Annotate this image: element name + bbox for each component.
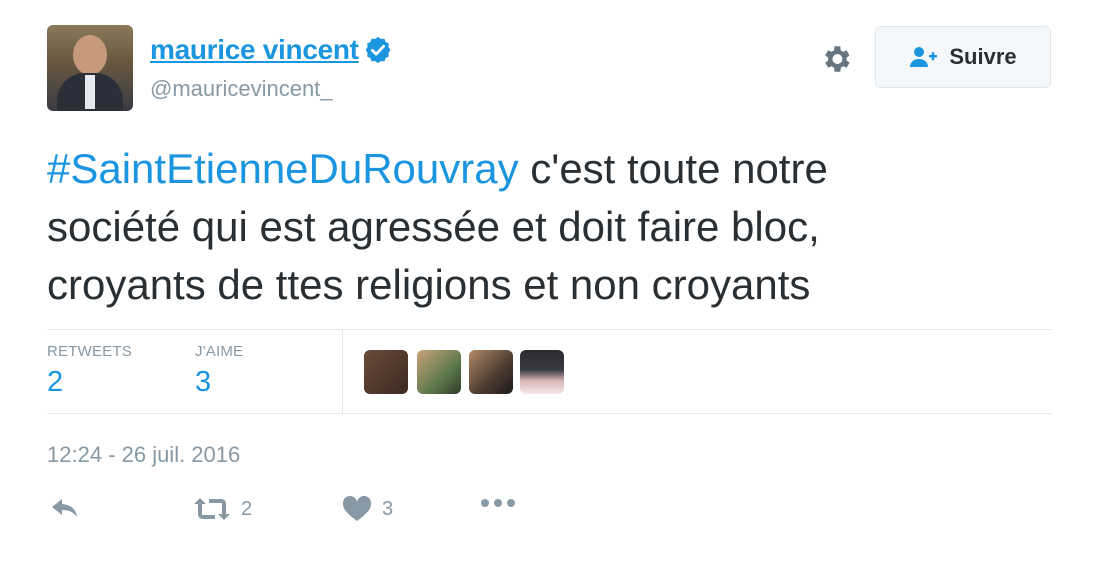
follow-button-label: Suivre: [949, 44, 1017, 69]
likes-label: J'AIME: [195, 343, 244, 360]
avatar[interactable]: [47, 25, 133, 111]
follow-button[interactable]: Suivre: [875, 26, 1051, 88]
heart-icon: [342, 496, 372, 521]
verified-badge-icon: [365, 36, 391, 64]
author-name[interactable]: maurice vincent: [150, 34, 359, 66]
reply-icon: [52, 499, 77, 517]
tweet-text: #SaintEtienneDuRouvray c'est toute notre…: [47, 140, 1047, 314]
more-button[interactable]: [480, 496, 516, 510]
retweets-count: 2: [47, 366, 64, 398]
author-handle[interactable]: @mauricevincent_: [150, 76, 333, 102]
divider-top: [47, 329, 1052, 330]
retweets-stat[interactable]: RETWEETS 2: [47, 343, 132, 399]
divider-bottom: [47, 413, 1052, 414]
liker-avatar[interactable]: [364, 350, 408, 394]
liker-avatar[interactable]: [469, 350, 513, 394]
liker-avatar[interactable]: [417, 350, 461, 394]
tweet-line-1: #SaintEtienneDuRouvray c'est toute notre: [47, 140, 1047, 198]
likes-stat[interactable]: J'AIME 3: [195, 343, 243, 399]
tweet-text-line-3: croyants de ttes religions et non croyan…: [47, 261, 811, 308]
reply-button[interactable]: [50, 496, 80, 520]
gear-icon[interactable]: [819, 42, 853, 76]
tweet-timestamp[interactable]: 12:24 - 26 juil. 2016: [47, 442, 240, 468]
tweet-text-line-2: société qui est agressée et doit faire b…: [47, 203, 820, 250]
stats-vertical-divider: [342, 330, 343, 414]
likes-count: 3: [195, 366, 212, 398]
liker-avatar[interactable]: [520, 350, 564, 394]
like-button[interactable]: 3: [342, 496, 393, 522]
retweets-label: RETWEETS: [47, 343, 132, 360]
add-user-icon: [910, 47, 938, 67]
retweet-count: 2: [241, 497, 253, 520]
author-name-row: maurice vincent: [150, 34, 393, 66]
hashtag-link[interactable]: #SaintEtienneDuRouvray: [47, 145, 519, 192]
more-icon: [481, 499, 515, 507]
retweet-icon: [194, 498, 230, 520]
retweet-button[interactable]: 2: [193, 496, 252, 522]
like-count: 3: [382, 497, 394, 520]
tweet-text-line-1: c'est toute notre: [518, 145, 828, 192]
